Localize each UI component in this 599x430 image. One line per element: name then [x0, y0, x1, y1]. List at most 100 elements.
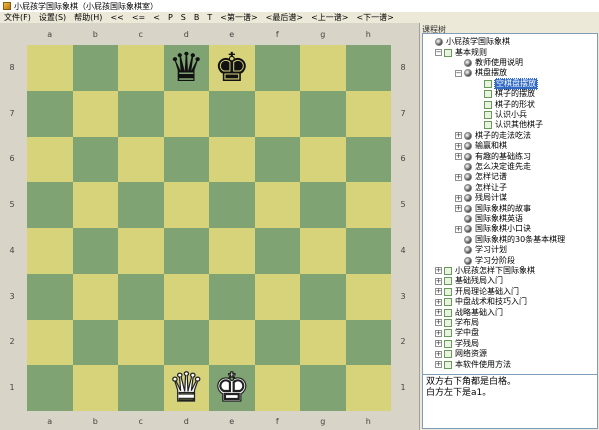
menu-item[interactable]: 设置(S) — [35, 12, 70, 23]
square-d3[interactable] — [163, 273, 209, 320]
square-c1[interactable] — [118, 365, 164, 411]
tree-node[interactable]: 怎么决定谁先走 — [464, 162, 532, 172]
tree-node[interactable]: 国际象棋的30条基本棋理 — [464, 235, 566, 245]
square-a8[interactable] — [27, 45, 73, 91]
square-b5[interactable] — [72, 182, 118, 228]
menu-item[interactable]: 文件(F) — [0, 12, 35, 23]
square-d1[interactable]: ♛ — [163, 365, 209, 411]
square-h3[interactable] — [345, 273, 391, 320]
expand-icon[interactable]: + — [455, 132, 462, 140]
expand-icon[interactable]: + — [455, 153, 462, 161]
square-b1[interactable] — [72, 365, 118, 411]
tree-node[interactable]: 认识其他棋子 — [484, 120, 544, 130]
square-f7[interactable] — [254, 90, 300, 137]
tree-node[interactable]: + 学中盘 — [435, 328, 480, 338]
tree-node[interactable]: 棋子的形状 — [484, 99, 536, 109]
menu-item[interactable]: B — [190, 13, 204, 22]
square-g1[interactable] — [300, 365, 346, 411]
square-a7[interactable] — [27, 90, 73, 137]
square-b6[interactable] — [72, 136, 118, 183]
square-g2[interactable] — [300, 319, 346, 366]
expand-icon[interactable]: + — [455, 173, 462, 181]
tree-node[interactable]: 小屁孩学国际象棋 — [435, 37, 511, 47]
square-h5[interactable] — [345, 182, 391, 228]
square-e2[interactable] — [209, 319, 255, 366]
tree-node[interactable]: + 国际象棋的故事 — [455, 203, 532, 213]
menu-item[interactable]: << — [106, 13, 127, 22]
square-e6[interactable] — [209, 136, 255, 183]
square-e5[interactable] — [209, 182, 255, 228]
tree-node[interactable]: + 网络资源 — [435, 349, 488, 359]
square-b4[interactable] — [72, 228, 118, 274]
tree-node[interactable]: 棋子的摆放 — [484, 89, 536, 99]
course-tree[interactable]: 小屁孩学国际象棋 − 基本规则 教师使用说明 − 棋盘摆放 空棋盘摆放 棋子的摆放 棋子的形状认… — [422, 33, 598, 389]
expand-icon[interactable]: + — [455, 205, 462, 213]
expand-icon[interactable]: + — [435, 267, 442, 275]
square-h4[interactable] — [345, 228, 391, 274]
menu-item[interactable]: <第一谱> — [216, 12, 261, 23]
square-f1[interactable] — [254, 365, 300, 411]
tree-node[interactable]: 学习分阶段 — [464, 255, 516, 265]
menu-item[interactable]: P — [164, 13, 177, 22]
square-f8[interactable] — [254, 45, 300, 91]
square-a4[interactable] — [27, 228, 73, 274]
expand-icon[interactable]: + — [435, 329, 442, 337]
square-f5[interactable] — [254, 182, 300, 228]
menu-item[interactable]: <最后谱> — [262, 12, 307, 23]
menu-item[interactable]: < — [149, 13, 164, 22]
square-f2[interactable] — [254, 319, 300, 366]
menu-item[interactable]: T — [203, 13, 216, 22]
square-a1[interactable] — [27, 365, 73, 411]
square-e8[interactable]: ♚ — [209, 45, 255, 91]
square-f4[interactable] — [254, 228, 300, 274]
collapse-icon[interactable]: − — [455, 69, 462, 77]
tree-node[interactable]: + 基础残局入门 — [435, 276, 504, 286]
square-e4[interactable] — [209, 228, 255, 274]
square-g5[interactable] — [300, 182, 346, 228]
tree-node[interactable]: + 开局理论基础入门 — [435, 287, 520, 297]
square-d8[interactable]: ♛ — [163, 45, 209, 91]
square-h7[interactable] — [345, 90, 391, 137]
square-c7[interactable] — [118, 90, 164, 137]
menu-item[interactable]: <下一谱> — [352, 12, 397, 23]
white-king-icon[interactable]: ♚ — [213, 368, 250, 409]
tree-node[interactable]: + 怎样记谱 — [455, 172, 508, 182]
square-g3[interactable] — [300, 273, 346, 320]
menu-item[interactable]: <= — [128, 13, 149, 22]
tree-node[interactable]: + 小屁孩怎样下国际象棋 — [435, 266, 536, 276]
square-h6[interactable] — [345, 136, 391, 183]
tree-node[interactable]: + 学布局 — [435, 318, 480, 328]
square-d5[interactable] — [163, 182, 209, 228]
expand-icon[interactable]: + — [435, 298, 442, 306]
expand-icon[interactable]: + — [435, 288, 442, 296]
square-d2[interactable] — [163, 319, 209, 366]
tree-node[interactable]: + 棋子的走法吃法 — [455, 131, 532, 141]
square-e1[interactable]: ♚ — [209, 365, 255, 411]
expand-icon[interactable]: + — [435, 277, 442, 285]
tree-node[interactable]: + 有趣的基础练习 — [455, 151, 532, 161]
menu-item[interactable]: S — [177, 13, 190, 22]
square-c6[interactable] — [118, 136, 164, 183]
square-a6[interactable] — [27, 136, 73, 183]
expand-icon[interactable]: + — [435, 350, 442, 358]
expand-icon[interactable]: + — [435, 309, 442, 317]
collapse-icon[interactable]: − — [435, 49, 442, 57]
expand-icon[interactable]: + — [435, 319, 442, 327]
chess-board[interactable]: ♛ ♚ ♛ ♚ — [27, 45, 391, 411]
tree-node[interactable]: 认识小兵 — [484, 110, 528, 120]
tree-node[interactable]: 国际象棋英语 — [464, 214, 524, 224]
expand-icon[interactable]: + — [435, 340, 442, 348]
square-b3[interactable] — [72, 273, 118, 320]
expand-icon[interactable]: + — [455, 194, 462, 202]
square-c5[interactable] — [118, 182, 164, 228]
tree-node[interactable]: + 输赢和棋 — [455, 141, 508, 151]
square-f6[interactable] — [254, 136, 300, 183]
square-d6[interactable] — [163, 136, 209, 183]
tree-node[interactable]: + 本软件使用方法 — [435, 359, 512, 369]
square-h8[interactable] — [345, 45, 391, 91]
square-g4[interactable] — [300, 228, 346, 274]
square-c2[interactable] — [118, 319, 164, 366]
square-h1[interactable] — [345, 365, 391, 411]
tree-node[interactable]: − 基本规则 — [435, 47, 488, 57]
square-h2[interactable] — [345, 319, 391, 366]
